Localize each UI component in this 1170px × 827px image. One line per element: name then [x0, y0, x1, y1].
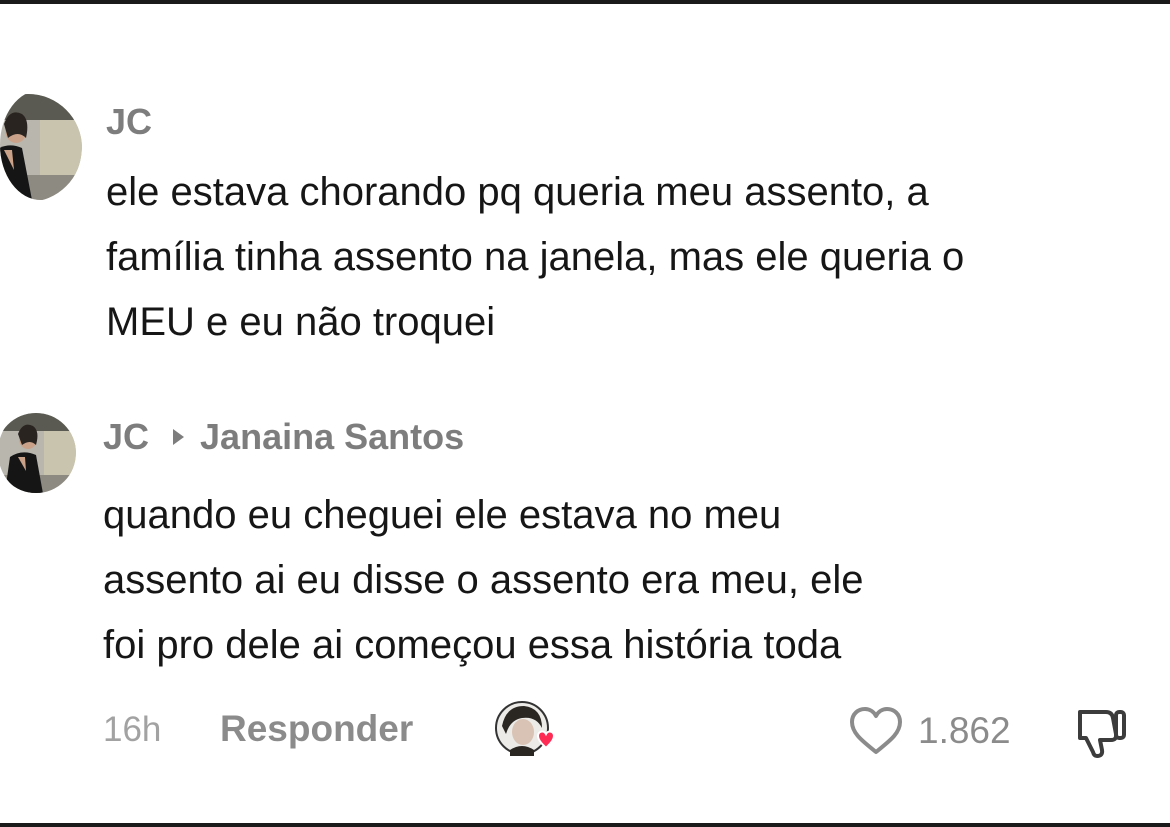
comment-text-line: MEU e eu não troquei: [106, 300, 496, 344]
comment-header: JC: [106, 101, 152, 143]
creator-liked-avatar-icon: [492, 700, 558, 760]
reply-button[interactable]: Responder: [220, 708, 413, 750]
comment-actions: 16h Responder 1.862: [0, 700, 1170, 760]
comment-header: JC Janaina Santos: [103, 416, 464, 458]
reply-to-username[interactable]: Janaina Santos: [200, 416, 464, 458]
comment-text-line: família tinha assento na janela, mas ele…: [106, 235, 965, 279]
comment-text: quando eu cheguei ele estava no meu asse…: [103, 483, 1163, 678]
avatar[interactable]: [0, 90, 82, 200]
timestamp: 16h: [103, 710, 162, 749]
dislike-button[interactable]: [1072, 702, 1132, 762]
avatar-photo: [0, 94, 82, 200]
bottom-border: [0, 823, 1170, 827]
avatar[interactable]: [0, 409, 76, 495]
username[interactable]: JC: [103, 416, 149, 458]
comment-text: ele estava chorando pq queria meu assent…: [106, 160, 1166, 355]
reply-arrow-icon: [173, 429, 185, 445]
top-border: [0, 0, 1170, 4]
comment-text-line: assento ai eu disse o assento era meu, e…: [103, 558, 864, 602]
avatar-photo: [0, 413, 76, 493]
comment-text-line: quando eu cheguei ele estava no meu: [103, 493, 782, 537]
like-count: 1.862: [918, 710, 1011, 751]
like-button[interactable]: [846, 704, 906, 758]
heart-outline-icon: [850, 707, 902, 754]
comment-text-line: ele estava chorando pq queria meu assent…: [106, 170, 929, 214]
comment-text-line: foi pro dele ai começou essa história to…: [103, 623, 842, 667]
comment-thread: JC ele estava chorando pq queria meu ass…: [0, 0, 1170, 827]
username[interactable]: JC: [106, 101, 152, 143]
thumbs-down-icon: [1078, 710, 1126, 758]
